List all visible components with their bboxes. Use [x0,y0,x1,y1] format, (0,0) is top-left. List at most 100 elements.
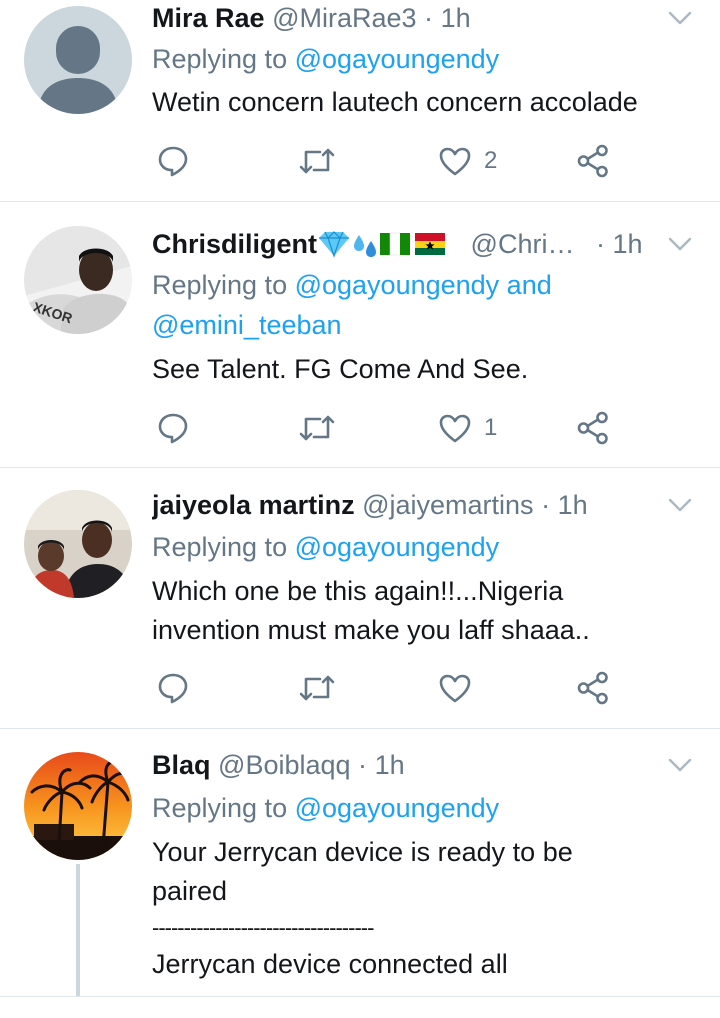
tweet-chrisdiligent[interactable]: XKOR Chrisdiligent @Chri… · 1h Replying … [0,222,720,466]
avatar[interactable] [24,490,132,598]
tweet-actions [152,668,632,708]
tweet-actions: 1 [152,408,632,448]
user-handle[interactable]: @jaiyemartins [362,490,533,520]
mention-link[interactable]: @emini_teeban [152,305,700,345]
replying-prefix: Replying to [152,793,295,823]
replying-to: Replying to @ogayoungendy [152,39,700,79]
avatar[interactable]: XKOR [24,226,132,334]
reply-button[interactable] [156,408,190,448]
display-name[interactable]: Chrisdiligent [152,229,317,259]
share-button[interactable] [576,141,610,181]
chevron-down-icon[interactable] [666,491,694,519]
tweet-text-line: See Talent. FG Come And See. [152,354,529,384]
tweet-divider [0,728,720,729]
tweet-divider [0,996,720,997]
tweet-text-line: Jerrycan device connected all [152,949,508,979]
display-name[interactable]: Blaq [152,750,211,780]
mention-link[interactable]: @ogayoungendy [295,44,500,74]
replying-to: Replying to @ogayoungendy [152,527,700,567]
nigeria-flag-emoji [380,232,411,256]
mention-link[interactable]: @ogayoungendy [295,270,500,300]
reply-feed: Mira Rae @MiraRae3 · 1h Replying to @oga… [0,0,720,1018]
tweet-header: Blaq @Boiblaqq · 1h [152,747,660,783]
tweet-header: Mira Rae @MiraRae3 · 1h [152,0,660,36]
replying-and[interactable]: and [499,270,552,300]
timestamp[interactable]: 1h [612,229,642,259]
tweet-text: Your Jerrycan device is ready to be pair… [152,833,700,984]
avatar[interactable] [24,752,132,860]
like-button[interactable] [438,668,472,708]
chevron-down-icon[interactable] [666,751,694,779]
tweet-mira-rae[interactable]: Mira Rae @MiraRae3 · 1h Replying to @oga… [0,0,720,200]
like-count: 1 [484,414,498,441]
replying-prefix: Replying to [152,44,295,74]
like-button[interactable]: 1 [438,408,497,448]
chevron-down-icon[interactable] [666,4,694,32]
replying-to: Replying to @ogayoungendy and @emini_tee… [152,265,700,345]
display-name[interactable]: jaiyeola martinz [152,490,355,520]
tweet-text-line: Wetin concern lautech concern accolade [152,87,638,117]
retweet-icon [299,675,335,701]
profile-photo [24,490,132,598]
retweet-icon [299,415,335,441]
avatar[interactable] [24,6,132,114]
sweat-droplets-emoji [354,235,377,257]
like-button[interactable]: 2 [438,141,497,181]
tweet-text-line: Your Jerrycan device is ready to be [152,837,573,867]
tweet-text: Which one be this again!!...Nigeria inve… [152,572,700,650]
separator-dot: · [595,229,605,259]
mention-link[interactable]: @ogayoungendy [295,532,500,562]
gem-emoji [319,231,350,258]
retweet-button[interactable] [298,668,336,708]
separator-dot: · [358,750,368,780]
user-handle[interactable]: @MiraRae3 [272,3,416,33]
tweet-blaq[interactable]: Blaq @Boiblaqq · 1h Replying to @ogayoun… [0,746,720,996]
retweet-button[interactable] [298,141,336,181]
separator-dot: · [541,490,551,520]
tweet-divider [0,467,720,468]
retweet-icon [299,148,335,174]
tweet-text-line: ----------------------------------- [152,915,374,940]
replying-to: Replying to @ogayoungendy [152,788,700,828]
share-button[interactable] [576,668,610,708]
timestamp[interactable]: 1h [375,750,405,780]
reply-icon [158,673,188,704]
mention-link[interactable]: @ogayoungendy [295,793,500,823]
like-count: 2 [484,147,498,174]
default-avatar-icon [24,6,132,114]
tweet-actions: 2 [152,141,632,181]
retweet-button[interactable] [298,408,336,448]
chevron-down-icon[interactable] [666,230,694,258]
reply-icon [158,413,188,444]
separator-dot: · [424,3,434,33]
reply-button[interactable] [156,141,190,181]
tweet-jaiyeola-martinz[interactable]: jaiyeola martinz @jaiyemartins · 1h Repl… [0,486,720,726]
reply-button[interactable] [156,668,190,708]
share-icon [577,671,608,705]
reply-icon [158,146,188,177]
user-handle[interactable]: @Boiblaqq [218,750,351,780]
tweet-text-line: paired [152,876,228,906]
tweet-text: See Talent. FG Come And See. [152,350,700,389]
tweet-text-line: Which one be this again!!...Nigeria [152,576,564,606]
tweet-divider [0,201,720,202]
timestamp[interactable]: 1h [441,3,471,33]
tweet-text: Wetin concern lautech concern accolade [152,83,700,122]
timestamp[interactable]: 1h [558,490,588,520]
replying-to-line: Replying to @ogayoungendy and [152,265,700,305]
replying-prefix: Replying to [152,270,295,300]
palm-sunset-avatar [24,752,132,860]
tweet-header: jaiyeola martinz @jaiyemartins · 1h [152,487,660,523]
tweet-text-line: invention must make you laff shaaa.. [152,615,590,645]
name-emoji [319,231,446,258]
thread-connector [76,864,80,996]
like-icon [439,147,471,176]
ghana-flag-emoji [415,233,446,255]
share-button[interactable] [576,408,610,448]
replying-prefix: Replying to [152,532,295,562]
share-icon [577,144,608,178]
tweet-header: Chrisdiligent @Chri… · 1h [152,226,660,262]
profile-photo: XKOR [24,226,132,334]
user-handle[interactable]: @Chri… [471,229,575,259]
display-name[interactable]: Mira Rae [152,3,265,33]
